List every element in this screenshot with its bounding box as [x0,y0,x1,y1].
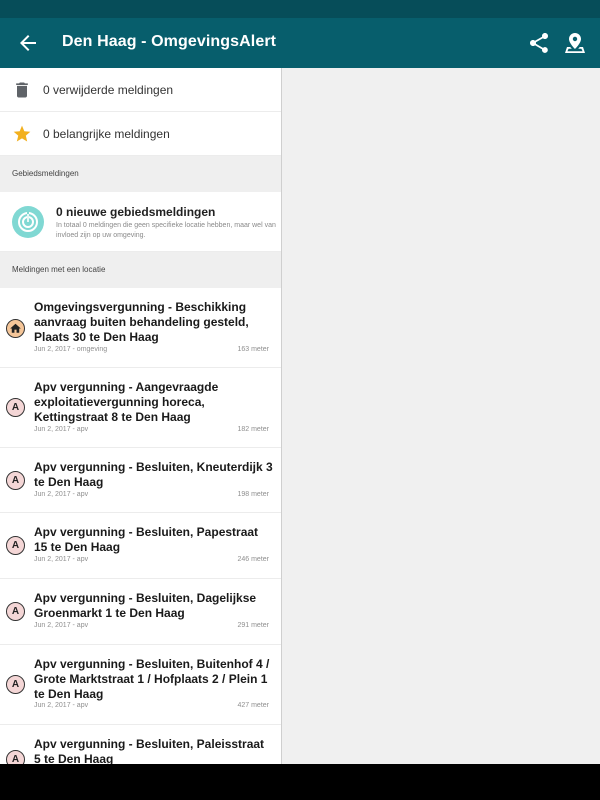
arrow-back-icon[interactable] [16,31,40,55]
alert-title: Apv vergunning - Besluiten, Kneuterdijk … [34,460,273,489]
alert-distance: 246 meter [237,556,269,563]
area-alerts-title: 0 nieuwe gebiedsmeldingen [56,205,216,219]
alert-distance: 198 meter [237,491,269,498]
alert-distance: 427 meter [237,702,269,709]
important-alerts-row[interactable]: 0 belangrijke meldingen [0,112,281,156]
alert-title: Apv vergunning - Besluiten, Paleisstraat… [34,737,265,764]
alert-avatar: A [6,398,25,417]
navigation-bar [0,764,600,800]
alert-avatar: A [6,471,25,490]
list-item[interactable]: A Apv vergunning - Besluiten, Dagelijkse… [0,579,281,645]
alert-avatar: A [6,602,25,621]
location-section-header: Meldingen met een locatie [0,252,281,288]
important-alerts-label: 0 belangrijke meldingen [43,127,170,141]
alert-meta: Jun 2, 2017 - apv [34,702,89,709]
alert-meta: Jun 2, 2017 - apv [34,426,89,433]
list-item[interactable]: A Apv vergunning - Besluiten, Papestraat… [0,513,281,579]
alert-distance: 163 meter [237,346,269,353]
list-item[interactable]: A Apv vergunning - Besluiten, Kneuterdij… [0,448,281,513]
alert-title: Apv vergunning - Aangevraagde exploitati… [34,380,219,424]
alert-title: Omgevingsvergunning - Beschikking aanvra… [34,300,249,344]
status-bar [0,0,600,18]
alerts-panel: 0 verwijderde meldingen 0 belangrijke me… [0,68,281,764]
map-marker-icon[interactable] [563,31,587,55]
alert-distance: 182 meter [237,426,269,433]
area-section-header: Gebiedsmeldingen [0,156,281,192]
area-alerts-row[interactable]: 0 nieuwe gebiedsmeldingen In totaal 0 me… [0,192,281,252]
alert-list: Omgevingsvergunning - Beschikking aanvra… [0,288,281,764]
area-alert-badge [12,206,44,238]
alert-avatar: A [6,750,25,764]
area-alerts-description: In totaal 0 meldingen die geen specifiek… [56,222,276,239]
list-item[interactable]: A Apv vergunning - Besluiten, Paleisstra… [0,725,281,764]
detail-pane [282,68,600,764]
list-item[interactable]: A Apv vergunning - Besluiten, Buitenhof … [0,645,281,725]
alert-avatar: A [6,675,25,694]
app-bar: Den Haag - OmgevingsAlert [0,18,600,68]
home-icon [6,319,25,338]
alert-meta: Jun 2, 2017 - apv [34,622,89,629]
deleted-alerts-row[interactable]: 0 verwijderde meldingen [0,68,281,112]
alert-title: Apv vergunning - Besluiten, Papestraat 1… [34,525,259,554]
page-title: Den Haag - OmgevingsAlert [62,33,277,50]
area-signal-icon [18,212,38,232]
alert-meta: Jun 2, 2017 - apv [34,556,89,563]
alert-title: Apv vergunning - Besluiten, Dagelijkse G… [34,591,257,620]
alert-avatar: A [6,536,25,555]
star-icon [13,125,31,142]
share-icon[interactable] [527,31,551,55]
alert-distance: 291 meter [237,622,269,629]
alert-meta: Jun 2, 2017 - omgeving [34,346,108,353]
trash-icon [16,82,28,98]
alert-meta: Jun 2, 2017 - apv [34,491,89,498]
list-item[interactable]: Omgevingsvergunning - Beschikking aanvra… [0,288,281,368]
deleted-alerts-label: 0 verwijderde meldingen [43,83,174,97]
alert-title: Apv vergunning - Besluiten, Buitenhof 4 … [34,657,270,701]
list-item[interactable]: A Apv vergunning - Aangevraagde exploita… [0,368,281,448]
